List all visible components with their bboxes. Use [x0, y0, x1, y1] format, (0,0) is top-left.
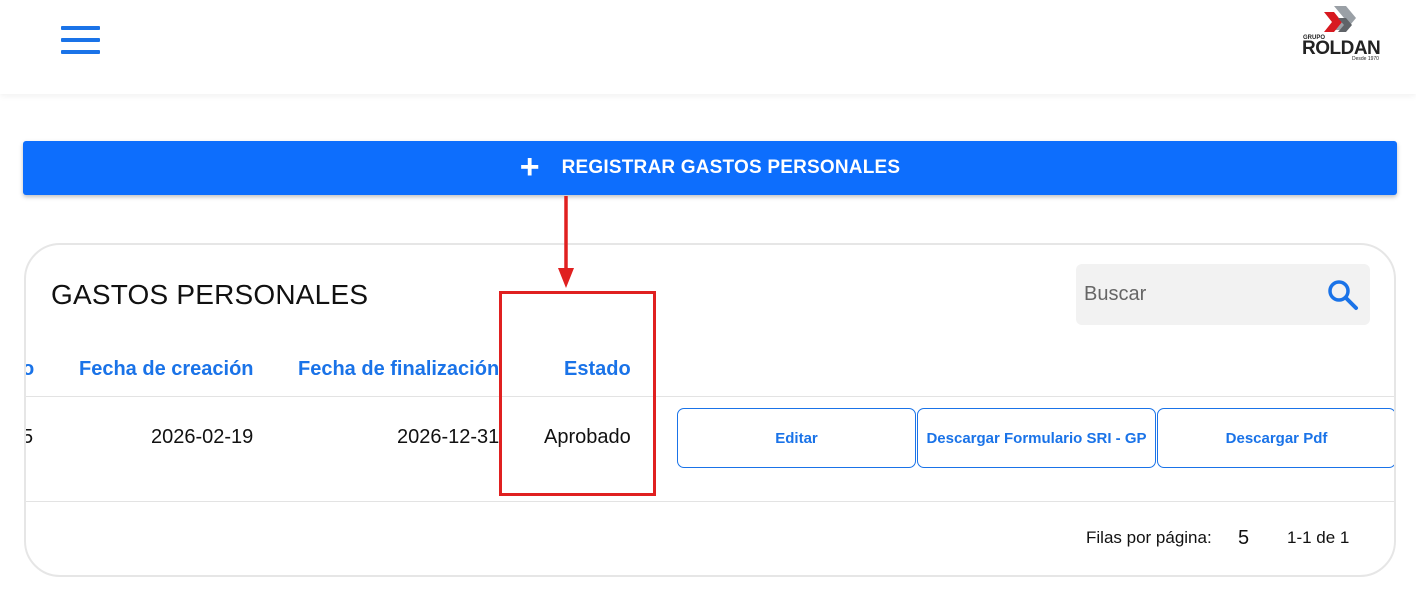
register-button-label: REGISTRAR GASTOS PERSONALES	[561, 157, 901, 178]
hamburger-menu-icon[interactable]	[60, 26, 102, 56]
search-input[interactable]	[1076, 264, 1316, 325]
rows-per-page-select[interactable]: 5	[1238, 527, 1249, 550]
card-title: GASTOS PERSONALES	[51, 279, 369, 310]
header-divider	[26, 396, 1394, 397]
annotation-highlight-box	[499, 291, 656, 496]
download-pdf-button[interactable]: Descargar Pdf	[1157, 408, 1394, 468]
rows-per-page-label: Filas por página:	[1086, 528, 1212, 547]
pagination-range: 1-1 de 1	[1287, 528, 1350, 547]
table-cell-fecha-finalizacion: 2026-12-31	[397, 426, 500, 448]
table-scroll-area: o Fecha de creación Fecha de finalizació…	[26, 340, 1394, 500]
annotation-arrow-icon	[558, 196, 574, 288]
table-cell-fecha-creacion: 2026-02-19	[151, 426, 254, 448]
top-app-bar: GRUPO ROLDAN Desde 1970	[0, 0, 1416, 94]
logo-since-text: Desde 1970	[1352, 56, 1379, 62]
search-box	[1076, 264, 1370, 325]
plus-icon: +	[519, 147, 540, 186]
menu-line-bottom	[61, 50, 100, 54]
register-personal-expenses-button[interactable]: + REGISTRAR GASTOS PERSONALES	[23, 141, 1397, 195]
footer-divider	[26, 501, 1394, 502]
edit-button[interactable]: Editar	[677, 408, 916, 468]
column-header-partial[interactable]: o	[26, 358, 34, 381]
grupo-roldan-logo: GRUPO ROLDAN Desde 1970	[1298, 4, 1388, 64]
column-header-fecha-finalizacion[interactable]: Fecha de finalización	[298, 358, 499, 381]
search-icon[interactable]	[1326, 278, 1360, 312]
menu-line-top	[61, 26, 100, 30]
menu-line-middle	[61, 38, 100, 42]
table-cell-partial: 5	[26, 426, 33, 449]
column-header-fecha-creacion[interactable]: Fecha de creación	[79, 358, 254, 381]
download-sri-form-button[interactable]: Descargar Formulario SRI - GP	[917, 408, 1156, 468]
personal-expenses-card: GASTOS PERSONALES o Fecha de creación Fe…	[24, 243, 1396, 577]
